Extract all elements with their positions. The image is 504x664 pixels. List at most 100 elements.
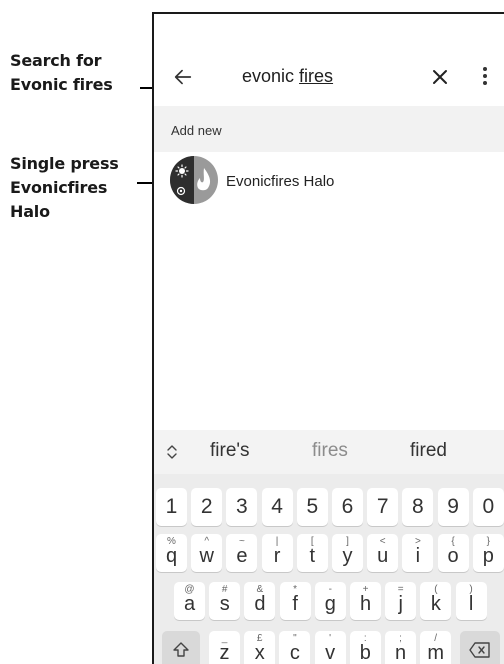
key-char: 3	[236, 495, 248, 518]
add-new-section: Add new	[154, 106, 504, 152]
key-char: m	[427, 642, 445, 664]
annotation-line: Evonic fires	[10, 75, 113, 94]
key-b[interactable]: :b	[349, 631, 381, 664]
key-char: z	[219, 642, 230, 664]
search-app-bar: evonic fires	[154, 14, 504, 104]
key-z[interactable]: _ z	[209, 631, 240, 664]
key-char: o	[447, 545, 459, 567]
key-char: t	[309, 545, 316, 567]
key-char: e	[236, 545, 248, 567]
arrow-left-icon[interactable]	[172, 66, 194, 88]
key-a[interactable]: @ a	[174, 582, 205, 620]
suggestion-bar: fire's fires fired	[154, 430, 504, 474]
key-char: p	[482, 545, 494, 567]
key-char: f	[292, 593, 298, 615]
key-char: 1	[165, 495, 178, 518]
key-q[interactable]: % q	[156, 534, 187, 572]
key-char: i	[415, 545, 421, 567]
backspace-key[interactable]	[460, 631, 500, 664]
key-n[interactable]: ; n	[385, 631, 416, 664]
key-g[interactable]: -g	[314, 582, 346, 620]
key-1[interactable]: 1	[156, 488, 187, 526]
key-char: 5	[306, 495, 319, 518]
key-char: v	[325, 642, 336, 664]
key-3[interactable]: 3	[226, 488, 258, 526]
add-new-label: Add new	[171, 123, 222, 138]
key-8[interactable]: 8	[402, 488, 434, 526]
key-char: c	[289, 642, 300, 664]
search-input[interactable]: evonic fires	[242, 66, 333, 87]
key-p[interactable]: } p	[472, 534, 504, 572]
key-char: s	[219, 593, 230, 615]
key-char: k	[430, 593, 441, 615]
shift-key[interactable]	[162, 631, 200, 664]
key-y[interactable]: ] y	[332, 534, 363, 572]
key-w[interactable]: ^ w	[191, 534, 223, 572]
suggestion-2[interactable]: fires	[312, 440, 348, 462]
search-query-underlined: fires	[299, 66, 334, 86]
result-label: Evonicfires Halo	[226, 173, 335, 190]
key-6[interactable]: 6	[332, 488, 363, 526]
search-query-prefix: evonic	[242, 66, 300, 86]
phone-screen: evonic fires Add new Evonicfires Halo fi…	[152, 12, 504, 664]
key-char: y	[342, 545, 353, 567]
key-char: d	[254, 593, 266, 615]
annotation-press: Single press Evonicfires Halo	[10, 152, 119, 224]
key-o[interactable]: {o	[437, 534, 469, 572]
key-char: q	[165, 545, 178, 567]
key-char: 7	[376, 495, 389, 518]
key-s[interactable]: # s	[209, 582, 241, 620]
key-char: l	[468, 593, 474, 615]
suggestion-1[interactable]: fire's	[210, 440, 250, 462]
key-u[interactable]: < u	[367, 534, 399, 572]
result-item-evonicfires-halo[interactable]: Evonicfires Halo	[154, 152, 504, 214]
key-char: 8	[412, 495, 424, 518]
key-t[interactable]: [t	[296, 534, 328, 572]
key-k[interactable]: (k	[420, 582, 452, 620]
chevron-updown-icon[interactable]	[166, 444, 178, 460]
key-r[interactable]: | r	[261, 534, 293, 572]
suggestion-3[interactable]: fired	[410, 440, 447, 462]
key-2[interactable]: 2	[191, 488, 223, 526]
evonicfires-app-icon	[170, 156, 218, 204]
key-l[interactable]: ) l	[455, 582, 487, 620]
key-e[interactable]: ~ e	[226, 534, 258, 572]
key-d[interactable]: & d	[244, 582, 276, 620]
key-j[interactable]: = j	[385, 582, 417, 620]
key-c[interactable]: " c	[279, 631, 311, 664]
key-char: x	[254, 642, 265, 664]
key-4[interactable]: 4	[261, 488, 293, 526]
key-char: 6	[341, 495, 354, 518]
key-char: g	[324, 593, 336, 615]
backspace-icon	[469, 642, 490, 658]
key-m[interactable]: / m	[420, 631, 452, 664]
on-screen-keyboard: fire's fires fired 1234567890 % q ^ w ~ e | r[t…	[154, 430, 504, 664]
key-char: a	[183, 593, 196, 615]
key-7[interactable]: 7	[367, 488, 399, 526]
key-char: 2	[200, 495, 213, 518]
key-5[interactable]: 5	[296, 488, 328, 526]
key-char: w	[199, 545, 214, 567]
key-char: j	[398, 593, 403, 615]
key-x[interactable]: £ x	[244, 631, 276, 664]
annotation-line: Evonicfires	[10, 178, 108, 197]
key-0[interactable]: 0	[472, 488, 504, 526]
more-vert-icon[interactable]	[478, 64, 492, 88]
key-char: 9	[447, 495, 459, 518]
key-char: h	[359, 593, 372, 615]
key-char: 4	[271, 495, 283, 518]
key-i[interactable]: > i	[402, 534, 434, 572]
key-char: n	[394, 642, 407, 664]
annotation-search: Search for Evonic fires	[10, 49, 113, 97]
key-char: b	[359, 642, 371, 664]
key-v[interactable]: ' v	[314, 631, 346, 664]
key-h[interactable]: + h	[350, 582, 381, 620]
key-char: u	[377, 545, 389, 567]
annotation-line: Single press	[10, 154, 119, 173]
key-9[interactable]: 9	[437, 488, 469, 526]
key-f[interactable]: * f	[279, 582, 311, 620]
annotation-line: Search for	[10, 51, 102, 70]
close-icon[interactable]	[430, 67, 450, 87]
annotation-line: Halo	[10, 202, 50, 221]
shift-icon	[173, 642, 189, 657]
